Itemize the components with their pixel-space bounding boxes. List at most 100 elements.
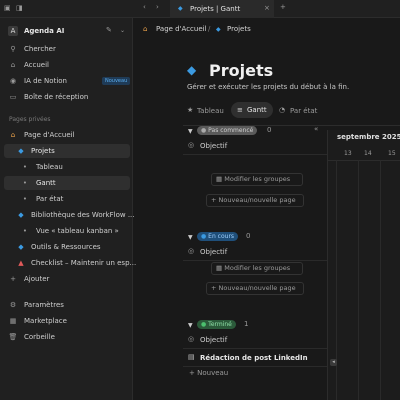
sidebar-item-label: Page d'Accueil: [24, 131, 75, 139]
sidebar-item-label: Vue « tableau kanban »: [36, 227, 119, 235]
sidebar-item-label: Projets: [31, 147, 55, 155]
timeline-month: septembre 2025: [337, 133, 400, 141]
sidebar-item-home[interactable]: ⌂ Accueil: [4, 58, 130, 72]
target-icon: ◎: [188, 141, 195, 149]
collapse-arrow-icon[interactable]: ▼: [188, 322, 193, 329]
timeline-panel: septembre 2025 13 14 15 ◂: [327, 130, 400, 400]
tab-projets-gantt[interactable]: ◆ Projets | Gantt ×: [170, 0, 274, 18]
page-diamond-icon: ◆: [187, 63, 197, 77]
main-content: ⌂ Page d'Accueil / ◆ Projets ◆ Projets G…: [133, 18, 400, 400]
sidebar-item-label: IA de Notion: [24, 77, 67, 85]
breadcrumb-home[interactable]: Page d'Accueil: [156, 25, 207, 33]
sidebar-toggle-icon[interactable]: ▣: [4, 4, 11, 12]
tab-label: Tableau: [197, 107, 224, 115]
gantt-icon: ≡: [237, 106, 243, 114]
breadcrumb: ⌂ Page d'Accueil / ◆ Projets: [133, 18, 400, 40]
house-icon: ⌂: [10, 131, 16, 139]
page-description[interactable]: Gérer et exécuter les projets du début à…: [187, 83, 349, 91]
sidebar-item-bibliotheque[interactable]: ◆ Bibliothèque des WorkFlow ...: [4, 208, 134, 222]
app-menu-icon[interactable]: ◨: [16, 4, 23, 12]
status-dot-icon: ●: [201, 233, 207, 240]
button-label: Nouveau: [197, 369, 229, 377]
bullet-icon: •: [22, 195, 28, 203]
row-title[interactable]: Objectif: [200, 142, 227, 150]
sidebar-item-gantt[interactable]: • Gantt: [4, 176, 130, 190]
sidebar-item-notion-ai[interactable]: ◉ IA de Notion Nouveau: [4, 74, 131, 88]
timeline-header-divider: [328, 160, 400, 161]
sidebar-item-checklist[interactable]: ▲ Checklist – Maintenir un esp...: [4, 256, 136, 270]
workspace-avatar: A: [8, 26, 18, 36]
sidebar-item-tableau[interactable]: • Tableau: [4, 160, 130, 174]
back-icon[interactable]: ‹: [143, 3, 146, 11]
diamond-icon: ◆: [18, 211, 24, 219]
sidebar-item-label: Paramètres: [24, 301, 64, 309]
sidebar-item-projets[interactable]: ◆ Projets: [4, 144, 130, 158]
sidebar-add-button[interactable]: + Ajouter: [4, 272, 130, 286]
sidebar: A Agenda AI ✎ ⌄ ⚲ Chercher ⌂ Accueil ◉ I…: [0, 18, 136, 400]
plus-icon: +: [211, 196, 217, 204]
house-icon: ⌂: [143, 25, 148, 33]
tab-diamond-icon: ◆: [178, 5, 183, 12]
status-badge-pas-commence[interactable]: ● Pas commencé: [197, 126, 258, 135]
collapse-arrow-icon[interactable]: ▼: [188, 234, 193, 241]
sidebar-item-label: Marketplace: [24, 317, 67, 325]
sidebar-item-kanban-view[interactable]: • Vue « tableau kanban »: [4, 224, 130, 238]
star-icon: ★: [187, 106, 194, 114]
status-badge-en-cours[interactable]: ● En cours: [197, 232, 239, 241]
timeline-gridline: [358, 160, 359, 400]
sidebar-item-marketplace[interactable]: ▦ Marketplace: [4, 314, 130, 328]
row-divider: [183, 260, 327, 261]
sidebar-item-trash[interactable]: 🗑 Corbeille: [4, 330, 130, 344]
grid-icon: ▦: [216, 175, 223, 183]
document-icon: ▤: [188, 353, 195, 361]
edit-groups-button[interactable]: ▦ Modifier les groupes: [211, 173, 303, 186]
forward-icon[interactable]: ›: [156, 3, 159, 11]
new-item-button[interactable]: + Nouveau: [189, 369, 228, 377]
new-badge: Nouveau: [102, 77, 131, 85]
sidebar-item-home-page[interactable]: ⌂ Page d'Accueil: [4, 128, 130, 142]
timeline-day: 15: [388, 150, 396, 157]
sidebar-item-label: Outils & Ressources: [31, 243, 101, 251]
page-title[interactable]: Projets: [209, 61, 273, 80]
tab-title: Projets | Gantt: [190, 5, 241, 13]
target-icon: ◎: [188, 247, 195, 255]
breadcrumb-current[interactable]: Projets: [227, 25, 251, 33]
sidebar-item-label: Ajouter: [24, 275, 50, 283]
sidebar-item-par-etat[interactable]: • Par état: [4, 192, 130, 206]
tab-gantt[interactable]: ≡ Gantt: [231, 102, 273, 118]
tab-par-etat[interactable]: ◔ Par état: [279, 104, 323, 117]
sidebar-item-search[interactable]: ⚲ Chercher: [4, 42, 130, 56]
tab-label: Gantt: [247, 106, 267, 114]
close-tab-icon[interactable]: ×: [264, 4, 270, 12]
gear-icon: ⚙: [9, 301, 17, 309]
diamond-icon: ◆: [18, 147, 24, 155]
bullet-icon: •: [22, 163, 28, 171]
tab-tableau[interactable]: ★ Tableau: [187, 104, 227, 117]
new-page-button[interactable]: + Nouveau/nouvelle page: [206, 282, 304, 295]
row-title[interactable]: Rédaction de post LinkedIn: [200, 354, 308, 362]
status-badge-termine[interactable]: ● Terminé: [197, 320, 236, 329]
edit-groups-button[interactable]: ▦ Modifier les groupes: [211, 262, 303, 275]
sidebar-item-label: Chercher: [24, 45, 56, 53]
collapse-panel-icon[interactable]: «: [314, 125, 318, 133]
chevron-down-icon[interactable]: ⌄: [120, 27, 125, 34]
inbox-icon: ▭: [9, 93, 17, 101]
row-title[interactable]: Objectif: [200, 336, 227, 344]
plus-icon: +: [211, 284, 217, 292]
home-icon: ⌂: [10, 61, 16, 69]
status-label: En cours: [208, 233, 235, 240]
new-tab-icon[interactable]: +: [280, 3, 286, 11]
sidebar-item-inbox[interactable]: ▭ Boîte de réception: [4, 90, 130, 104]
breadcrumb-separator: /: [208, 25, 211, 33]
new-page-button[interactable]: + Nouveau/nouvelle page: [206, 194, 304, 207]
scroll-left-icon[interactable]: ◂: [330, 359, 337, 366]
new-page-icon[interactable]: ✎: [106, 26, 112, 34]
trash-icon: 🗑: [8, 333, 18, 341]
row-title[interactable]: Objectif: [200, 248, 227, 256]
collapse-arrow-icon[interactable]: ▼: [188, 128, 193, 135]
status-icon: ◔: [279, 106, 286, 114]
sidebar-item-label: Par état: [36, 195, 64, 203]
sidebar-item-label: Checklist – Maintenir un esp...: [31, 259, 137, 267]
sidebar-item-settings[interactable]: ⚙ Paramètres: [4, 298, 130, 312]
sidebar-item-outils[interactable]: ◆ Outils & Ressources: [4, 240, 130, 254]
